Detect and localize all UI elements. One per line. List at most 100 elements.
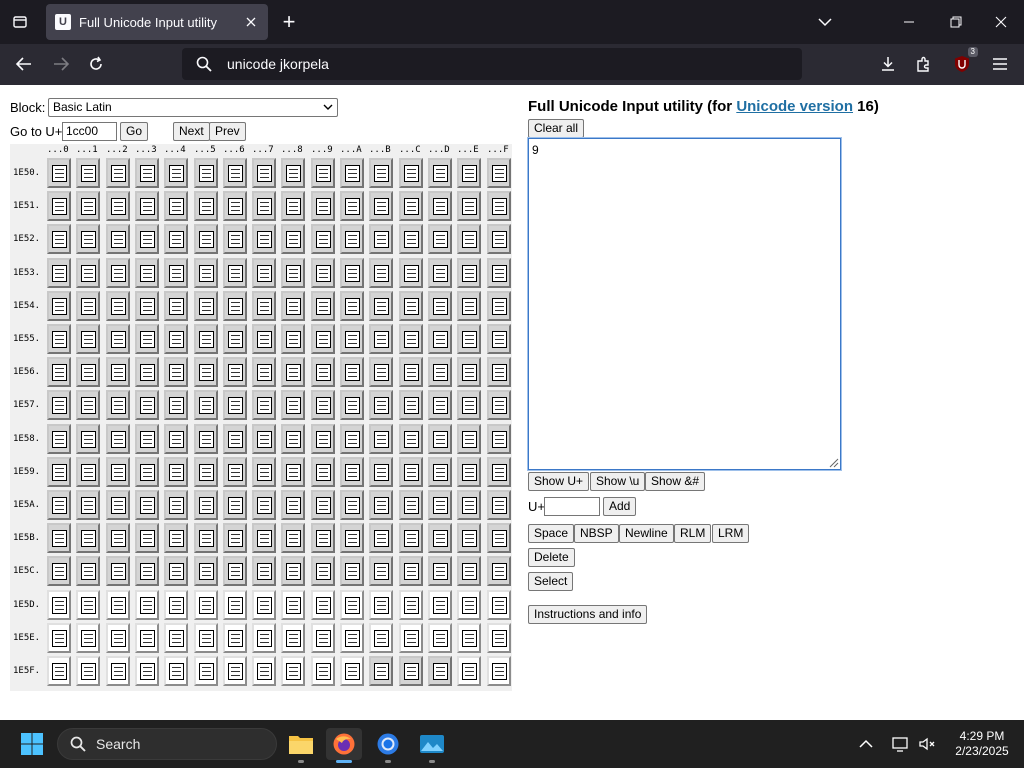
character-cell[interactable] [399, 623, 423, 653]
character-cell[interactable] [252, 324, 276, 354]
character-cell[interactable] [369, 390, 393, 420]
character-cell[interactable] [281, 623, 305, 653]
character-cell[interactable] [457, 590, 481, 620]
character-cell[interactable] [106, 424, 130, 454]
character-cell[interactable] [164, 490, 188, 520]
download-icon[interactable] [873, 49, 903, 79]
character-cell[interactable] [428, 556, 452, 586]
character-cell[interactable] [135, 424, 159, 454]
character-cell[interactable] [164, 656, 188, 686]
character-cell[interactable] [252, 656, 276, 686]
character-cell[interactable] [311, 158, 335, 188]
character-cell[interactable] [194, 556, 218, 586]
character-cell[interactable] [223, 490, 247, 520]
character-cell[interactable] [76, 656, 100, 686]
character-cell[interactable] [340, 623, 364, 653]
character-cell[interactable] [47, 490, 71, 520]
character-cell[interactable] [487, 191, 511, 221]
character-cell[interactable] [311, 656, 335, 686]
character-cell[interactable] [428, 258, 452, 288]
character-cell[interactable] [135, 556, 159, 586]
character-cell[interactable] [252, 523, 276, 553]
character-cell[interactable] [311, 590, 335, 620]
character-cell[interactable] [311, 258, 335, 288]
character-cell[interactable] [252, 224, 276, 254]
tray-chevron-up-icon[interactable] [858, 734, 878, 754]
character-cell[interactable] [76, 357, 100, 387]
character-cell[interactable] [399, 656, 423, 686]
character-cell[interactable] [106, 556, 130, 586]
character-cell[interactable] [135, 390, 159, 420]
character-cell[interactable] [252, 556, 276, 586]
character-cell[interactable] [164, 258, 188, 288]
close-tab-icon[interactable] [238, 9, 264, 35]
character-cell[interactable] [487, 523, 511, 553]
character-cell[interactable] [164, 424, 188, 454]
character-cell[interactable] [399, 457, 423, 487]
character-cell[interactable] [428, 457, 452, 487]
character-cell[interactable] [311, 390, 335, 420]
restore-icon[interactable] [940, 8, 972, 36]
character-cell[interactable] [340, 191, 364, 221]
character-cell[interactable] [106, 258, 130, 288]
character-cell[interactable] [369, 656, 393, 686]
character-cell[interactable] [399, 590, 423, 620]
display-icon[interactable] [891, 734, 911, 754]
character-cell[interactable] [47, 258, 71, 288]
character-cell[interactable] [135, 291, 159, 321]
character-cell[interactable] [106, 357, 130, 387]
character-cell[interactable] [76, 556, 100, 586]
character-cell[interactable] [135, 656, 159, 686]
character-cell[interactable] [369, 357, 393, 387]
character-cell[interactable] [487, 324, 511, 354]
character-cell[interactable] [194, 291, 218, 321]
character-cell[interactable] [223, 158, 247, 188]
character-cell[interactable] [106, 656, 130, 686]
delete-button[interactable]: Delete [528, 548, 575, 567]
character-cell[interactable] [135, 224, 159, 254]
character-cell[interactable] [487, 590, 511, 620]
character-cell[interactable] [76, 291, 100, 321]
show-ncr-button[interactable]: Show &# [645, 472, 706, 491]
character-cell[interactable] [135, 623, 159, 653]
character-cell[interactable] [106, 590, 130, 620]
character-cell[interactable] [223, 291, 247, 321]
character-cell[interactable] [164, 457, 188, 487]
character-cell[interactable] [223, 424, 247, 454]
character-cell[interactable] [340, 357, 364, 387]
character-cell[interactable] [369, 590, 393, 620]
character-cell[interactable] [340, 158, 364, 188]
address-bar[interactable]: unicode jkorpela [182, 48, 802, 80]
character-cell[interactable] [135, 590, 159, 620]
photos-icon[interactable] [414, 728, 450, 763]
character-cell[interactable] [428, 224, 452, 254]
character-cell[interactable] [76, 224, 100, 254]
character-cell[interactable] [487, 556, 511, 586]
character-cell[interactable] [457, 623, 481, 653]
character-cell[interactable] [194, 523, 218, 553]
character-cell[interactable] [164, 324, 188, 354]
character-cell[interactable] [281, 424, 305, 454]
character-cell[interactable] [399, 224, 423, 254]
space-button[interactable]: Space [528, 524, 575, 543]
instructions-button[interactable]: Instructions and info [528, 605, 648, 624]
character-cell[interactable] [487, 623, 511, 653]
character-cell[interactable] [340, 324, 364, 354]
nbsp-button[interactable]: NBSP [574, 524, 619, 543]
character-cell[interactable] [487, 158, 511, 188]
character-cell[interactable] [106, 158, 130, 188]
character-cell[interactable] [428, 523, 452, 553]
character-cell[interactable] [252, 291, 276, 321]
character-cell[interactable] [135, 258, 159, 288]
prev-button[interactable]: Prev [209, 122, 246, 141]
character-cell[interactable] [76, 457, 100, 487]
character-cell[interactable] [487, 291, 511, 321]
character-cell[interactable] [194, 191, 218, 221]
character-cell[interactable] [194, 258, 218, 288]
character-cell[interactable] [47, 457, 71, 487]
character-cell[interactable] [47, 324, 71, 354]
character-cell[interactable] [76, 424, 100, 454]
character-cell[interactable] [194, 324, 218, 354]
character-cell[interactable] [164, 523, 188, 553]
character-cell[interactable] [369, 258, 393, 288]
